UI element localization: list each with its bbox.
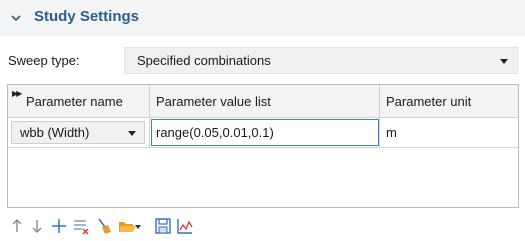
parameter-unit-cell[interactable]: m xyxy=(380,118,518,147)
dropdown-arrow-icon xyxy=(128,131,136,136)
clear-table-button[interactable] xyxy=(71,216,91,236)
delete-button[interactable] xyxy=(94,216,114,236)
study-settings-header[interactable]: Study Settings xyxy=(0,0,525,36)
plot-icon xyxy=(177,219,193,234)
move-up-button[interactable] xyxy=(7,216,27,236)
plot-button[interactable] xyxy=(175,216,195,236)
table-toolbar xyxy=(0,214,525,240)
header-parameter-unit[interactable]: Parameter unit xyxy=(380,85,518,117)
move-down-button[interactable] xyxy=(27,216,47,236)
table-row[interactable]: wbb (Width) range(0.05,0.01,0.1) m xyxy=(8,118,518,148)
sweep-type-label: Sweep type: xyxy=(8,53,80,68)
move-up-icon xyxy=(12,219,22,232)
parameter-value-cell[interactable]: range(0.05,0.01,0.1) xyxy=(150,118,380,147)
load-options-dropdown[interactable] xyxy=(133,216,143,236)
parameter-name-value: wbb (Width) xyxy=(20,125,90,140)
add-button[interactable] xyxy=(49,216,69,236)
parameter-unit-value: m xyxy=(386,125,397,140)
add-icon xyxy=(52,219,66,233)
header-parameter-name[interactable]: Parameter name xyxy=(8,85,150,117)
delete-icon xyxy=(98,218,111,234)
parameter-table: ▶▶ Parameter name Parameter value list P… xyxy=(7,84,519,208)
dropdown-arrow-icon xyxy=(135,225,141,229)
parameter-value-input[interactable]: range(0.05,0.01,0.1) xyxy=(151,119,379,146)
table-header: ▶▶ Parameter name Parameter value list P… xyxy=(8,85,518,118)
clear-table-icon xyxy=(74,220,89,235)
section-title: Study Settings xyxy=(34,8,140,25)
dropdown-arrow-icon xyxy=(500,59,508,64)
parameter-name-cell[interactable]: wbb (Width) xyxy=(8,118,150,147)
chevron-down-icon[interactable] xyxy=(10,12,22,24)
parameter-name-select[interactable]: wbb (Width) xyxy=(11,121,145,144)
sweep-type-select[interactable]: Specified combinations xyxy=(124,47,518,74)
save-to-file-icon xyxy=(155,218,171,234)
header-parameter-value-list[interactable]: Parameter value list xyxy=(150,85,380,117)
move-down-icon xyxy=(32,220,42,233)
sweep-type-value: Specified combinations xyxy=(137,53,271,68)
save-to-file-button[interactable] xyxy=(153,216,173,236)
